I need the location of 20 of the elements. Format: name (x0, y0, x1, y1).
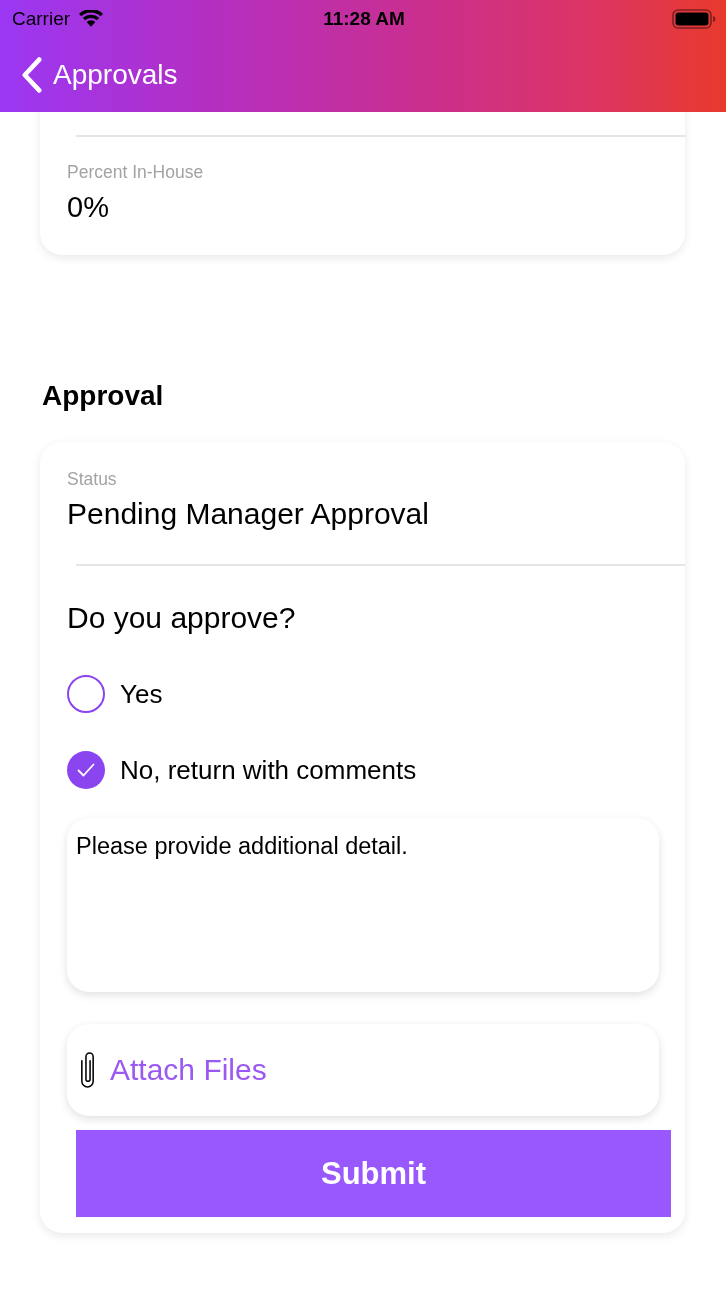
chevron-left-icon (22, 56, 42, 93)
radio-button-icon[interactable] (67, 751, 105, 789)
submit-button[interactable]: Submit (76, 1130, 671, 1217)
comment-field[interactable]: Please provide additional detail. (67, 818, 659, 992)
field-label: Percent In-House (67, 162, 205, 182)
attach-files-button[interactable]: Attach Files (67, 1024, 659, 1116)
question-text: Do you approve? (67, 600, 297, 636)
section-heading: Approval (42, 380, 165, 412)
battery-icon (672, 8, 716, 29)
paperclip-icon (80, 1052, 95, 1088)
radio-option[interactable]: Yes (67, 672, 163, 716)
wifi-icon (79, 10, 104, 27)
field-value: Pending Manager Approval (67, 496, 430, 532)
radio-button-icon[interactable] (67, 675, 105, 713)
back-button[interactable]: Approvals (22, 56, 178, 93)
carrier-label: Carrier (12, 7, 71, 30)
radio-option[interactable]: No, return with comments (67, 748, 417, 792)
status-time: 11:28 AM (323, 7, 405, 30)
field-label: Status (67, 469, 118, 489)
field-value: 0% (67, 190, 110, 224)
